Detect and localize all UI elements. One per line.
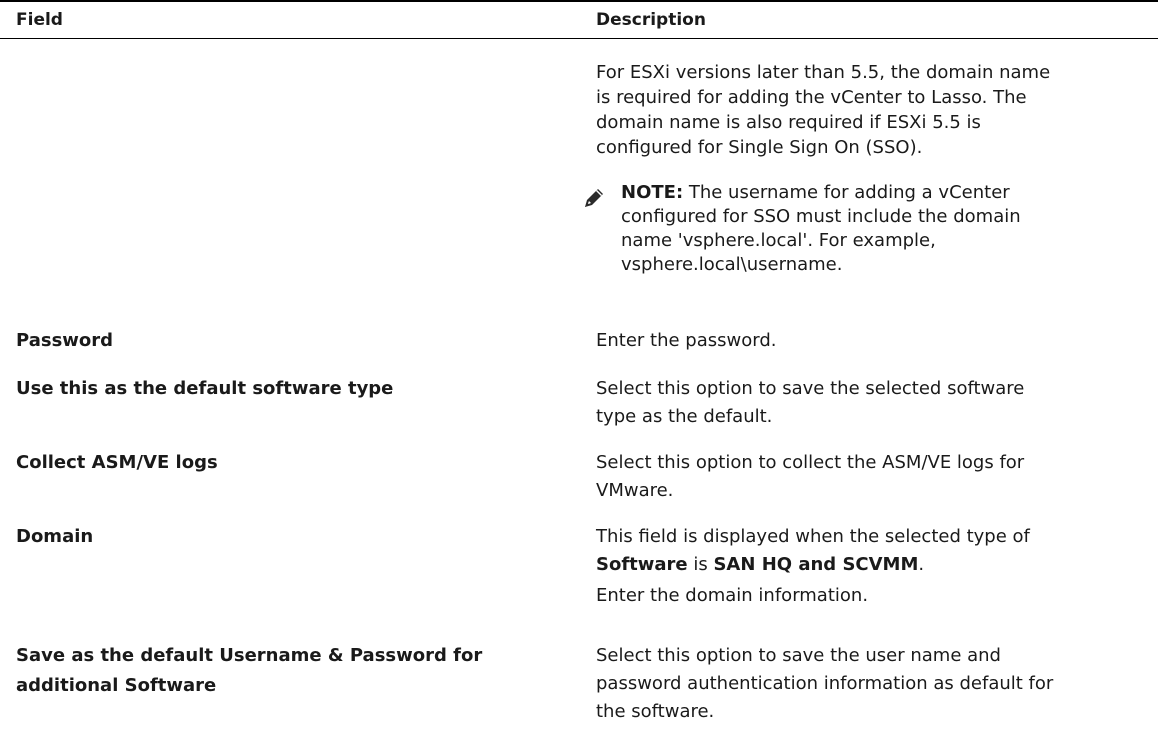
field-domain: Domain bbox=[16, 526, 94, 547]
desc-save-default-line-1: Select this option to save the user name… bbox=[596, 645, 1001, 666]
table-header-rule bbox=[0, 38, 1158, 39]
header-description: Description bbox=[596, 10, 706, 30]
desc-save-default-line-3: the software. bbox=[596, 701, 715, 722]
note-label: NOTE: bbox=[621, 182, 684, 203]
table-header: Field Description bbox=[0, 2, 1158, 39]
desc-domain-line-2: Software is SAN HQ and SCVMM. bbox=[596, 553, 924, 577]
desc-default-type-line-2: type as the default. bbox=[596, 406, 773, 427]
intro-line-2: is required for adding the vCenter to La… bbox=[596, 87, 1027, 108]
desc-default-type-line-1: Select this option to save the selected … bbox=[596, 378, 1025, 399]
field-save-default-line-1: Save as the default Username & Password … bbox=[16, 645, 483, 666]
note-line-2: configured for SSO must include the doma… bbox=[621, 206, 1021, 227]
note-text-1: The username for adding a vCenter bbox=[683, 182, 1010, 203]
desc-logs-line-2: VMware. bbox=[596, 480, 674, 501]
intro-line-3: domain name is also required if ESXi 5.5… bbox=[596, 112, 981, 133]
desc-domain-line-3: Enter the domain information. bbox=[596, 585, 869, 606]
field-save-default-line-2: additional Software bbox=[16, 675, 217, 696]
note-line-4: vsphere.local\username. bbox=[621, 254, 843, 275]
bold-san-hq-scvmm: SAN HQ and SCVMM bbox=[713, 554, 919, 575]
intro-line-1: For ESXi versions later than 5.5, the do… bbox=[596, 62, 1051, 83]
text-dot: . bbox=[918, 554, 925, 575]
desc-domain-line-1: This field is displayed when the selecte… bbox=[596, 526, 1030, 547]
pencil-note-icon bbox=[582, 186, 606, 210]
desc-password-line-1: Enter the password. bbox=[596, 330, 777, 351]
field-password: Password bbox=[16, 330, 114, 351]
intro-line-4: configured for Single Sign On (SSO). bbox=[596, 137, 923, 158]
desc-save-default-line-2: password authentication information as d… bbox=[596, 673, 1054, 694]
bold-software: Software bbox=[596, 554, 688, 575]
field-default-software-type: Use this as the default software type bbox=[16, 378, 394, 399]
note-line-1: NOTE: The username for adding a vCenter bbox=[621, 181, 1010, 205]
text-is: is bbox=[687, 554, 714, 575]
header-field: Field bbox=[16, 10, 63, 30]
field-collect-logs: Collect ASM/VE logs bbox=[16, 452, 218, 473]
note-line-3: name 'vsphere.local'. For example, bbox=[621, 230, 936, 251]
desc-logs-line-1: Select this option to collect the ASM/VE… bbox=[596, 452, 1025, 473]
